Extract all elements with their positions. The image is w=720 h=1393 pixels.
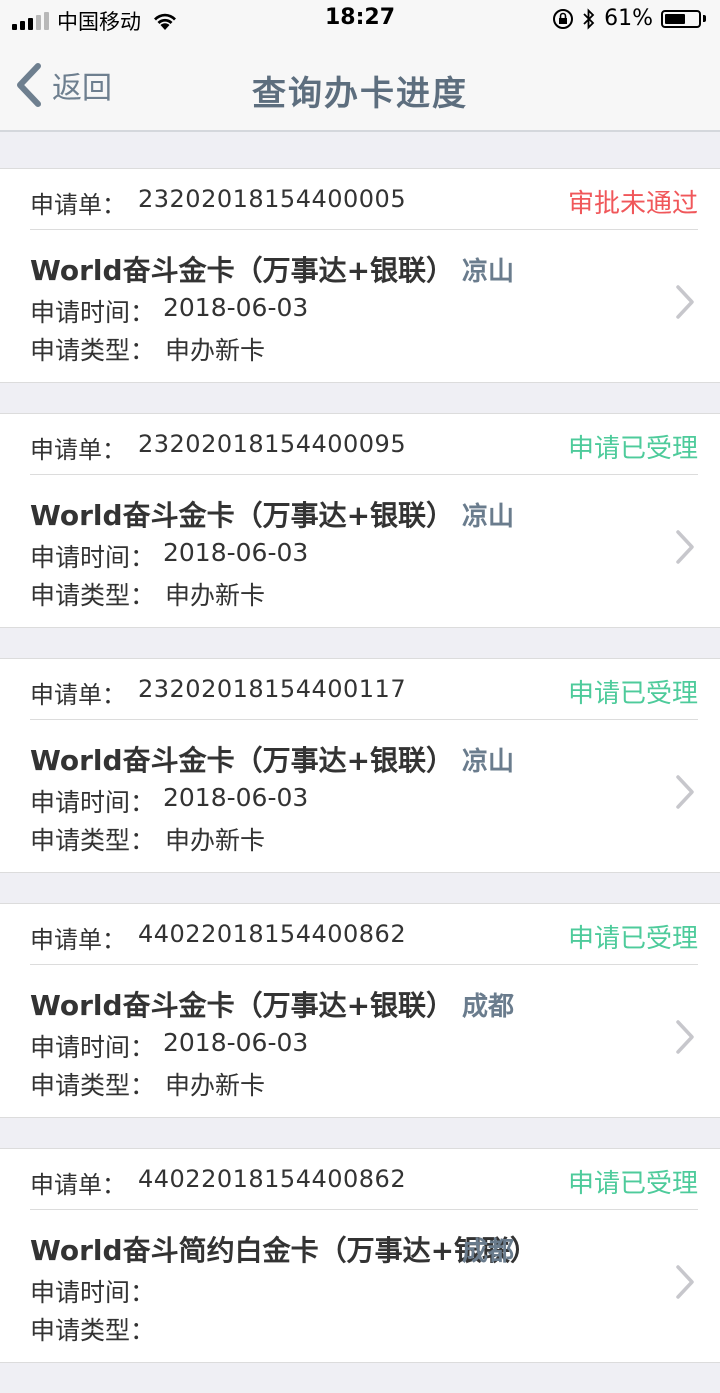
nav-bar: 返回 查询办卡进度 [0,40,720,132]
order-label: 申请单： [30,436,126,464]
order-number: 23202018154400095 [138,430,407,458]
bluetooth-icon [583,7,595,30]
status-text: 申请已受理 [567,924,698,954]
order-label: 申请单： [30,1171,126,1199]
status-text: 审批未通过 [567,189,698,219]
apply-type: 申办新卡 [165,581,266,610]
application-card[interactable]: 申请单： 44022018154400862 申请已受理 World奋斗简约白金… [0,1148,720,1363]
type-label: 申请类型： [30,581,156,610]
card-city: 凉山 [462,747,515,777]
time-label: 申请时间： [30,543,156,572]
status-text: 申请已受理 [567,1169,698,1199]
page-title: 查询办卡进度 [252,74,468,114]
card-city: 凉山 [462,502,515,532]
order-number: 23202018154400117 [138,675,407,703]
order-number: 44022018154400862 [138,920,407,948]
chevron-right-icon [676,1020,694,1054]
card-city: 成都 [462,992,515,1022]
type-label: 申请类型： [30,1071,156,1100]
card-header: 申请单： 23202018154400095 申请已受理 [30,414,698,475]
apply-time: 2018-06-03 [163,1028,309,1057]
order-label: 申请单： [30,926,126,954]
card-city: 凉山 [462,257,515,287]
application-card[interactable]: 申请单： 44022018154400862 申请已受理 World奋斗金卡（万… [0,903,720,1118]
type-label: 申请类型： [30,336,156,365]
battery-icon [661,9,706,28]
battery-percent: 61% [604,6,653,31]
apply-type: 申办新卡 [165,826,266,855]
card-header: 申请单： 44022018154400862 申请已受理 [30,1149,698,1210]
time-label: 申请时间： [30,788,156,817]
time-label: 申请时间： [30,298,156,327]
chevron-right-icon [676,775,694,809]
apply-type: 申办新卡 [165,1071,266,1100]
apply-time: 2018-06-03 [163,538,309,567]
card-name: World奋斗金卡（万事达+银联） [30,254,455,287]
time-label: 申请时间： [30,1033,156,1062]
chevron-right-icon [676,1265,694,1299]
card-name: World奋斗金卡（万事达+银联） [30,989,455,1022]
status-text: 申请已受理 [567,679,698,709]
apply-time: 2018-06-03 [163,293,309,322]
chevron-right-icon [676,285,694,319]
apply-time: 2018-06-03 [163,783,309,812]
order-number: 44022018154400862 [138,1165,407,1193]
order-label: 申请单： [30,191,126,219]
application-list: 申请单： 23202018154400005 审批未通过 World奋斗金卡（万… [0,168,720,1393]
card-header: 申请单： 23202018154400005 审批未通过 [30,169,698,230]
time-label: 申请时间： [30,1278,156,1307]
status-right: 61% [552,6,706,31]
card-header: 申请单： 44022018154400862 申请已受理 [30,904,698,965]
order-label: 申请单： [30,681,126,709]
application-card[interactable]: 申请单： 23202018154400005 审批未通过 World奋斗金卡（万… [0,168,720,383]
status-bar: 中国移动 18:27 61% [0,0,720,40]
card-header: 申请单： 23202018154400117 申请已受理 [30,659,698,720]
card-name: World奋斗金卡（万事达+银联） [30,499,455,532]
application-card[interactable]: 申请单： 23202018154400117 申请已受理 World奋斗金卡（万… [0,658,720,873]
card-name: World奋斗金卡（万事达+银联） [30,744,455,777]
application-card[interactable]: 申请单： 23202018154400095 申请已受理 World奋斗金卡（万… [0,413,720,628]
type-label: 申请类型： [30,826,156,855]
rotation-lock-icon [553,8,574,29]
apply-type: 申办新卡 [165,336,266,365]
status-text: 申请已受理 [567,434,698,464]
chevron-right-icon [676,530,694,564]
type-label: 申请类型： [30,1316,156,1345]
order-number: 23202018154400005 [138,185,407,213]
card-city: 成都 [462,1237,515,1267]
